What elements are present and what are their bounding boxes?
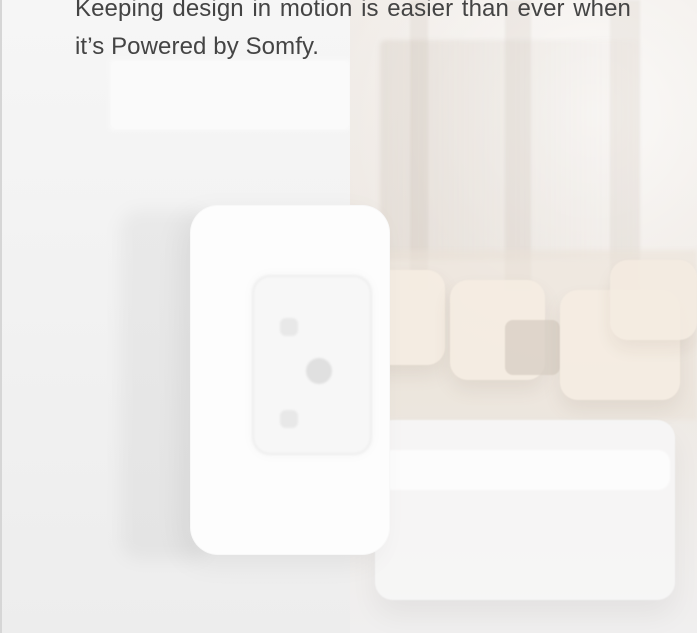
page-left-border — [0, 0, 2, 633]
keypad-button-down — [280, 410, 298, 428]
intro-paragraph: Keeping design in motion is easier than … — [75, 0, 631, 60]
ottoman — [375, 420, 675, 600]
ottoman-highlight — [380, 450, 670, 490]
armchair — [610, 260, 697, 340]
decorative-panel — [110, 60, 350, 130]
page: Keeping design in motion is easier than … — [0, 0, 697, 633]
keypad-button-center — [306, 358, 332, 384]
keypad-button-up — [280, 318, 298, 336]
side-table — [505, 320, 560, 375]
